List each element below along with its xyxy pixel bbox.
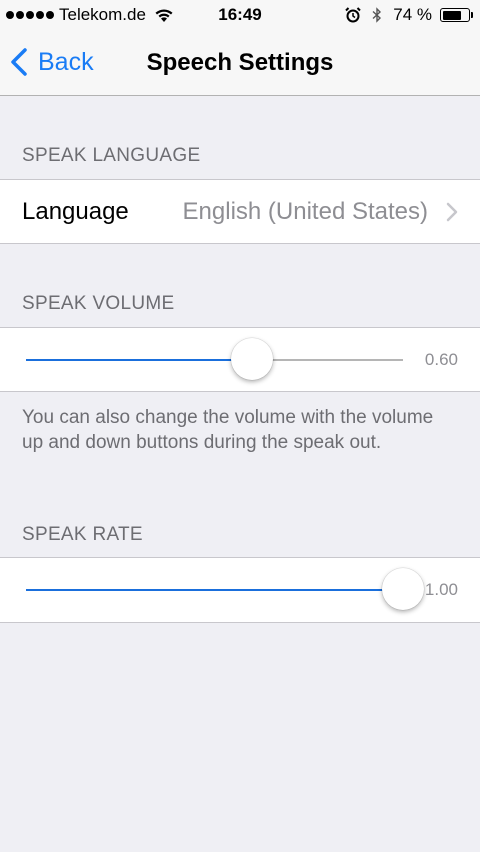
battery-icon	[440, 8, 473, 22]
volume-slider-fill	[26, 359, 253, 361]
rate-slider-thumb[interactable]	[382, 568, 424, 610]
volume-value: 0.60	[424, 350, 458, 369]
alarm-icon	[345, 7, 361, 23]
rate-cell: 1.00	[0, 557, 480, 623]
volume-cell: 0.60	[0, 327, 480, 392]
rate-slider[interactable]	[26, 568, 424, 610]
section-header-volume: SPEAK VOLUME	[22, 293, 175, 314]
volume-slider-thumb[interactable]	[231, 338, 274, 380]
language-label: Language	[22, 198, 129, 225]
battery-percent: 74 %	[393, 5, 432, 24]
bluetooth-icon	[372, 7, 382, 23]
rate-value: 1.00	[424, 580, 458, 599]
status-bar: Telekom.de 16:49 74 %	[0, 0, 480, 32]
section-header-language: SPEAK LANGUAGE	[22, 145, 201, 166]
language-cell[interactable]: Language English (United States)	[0, 179, 480, 244]
volume-footer-text: You can also change the volume with the …	[22, 407, 434, 453]
rate-slider-fill	[26, 589, 403, 591]
page-title: Speech Settings	[146, 49, 334, 76]
battery-fill	[442, 10, 461, 20]
language-value: English (United States)	[182, 198, 428, 225]
volume-slider[interactable]	[26, 338, 403, 380]
status-right: 74 %	[345, 5, 473, 25]
chevron-right-icon	[446, 202, 458, 222]
section-header-rate: SPEAK RATE	[22, 524, 143, 545]
nav-bar: Back Speech Settings	[0, 32, 480, 96]
